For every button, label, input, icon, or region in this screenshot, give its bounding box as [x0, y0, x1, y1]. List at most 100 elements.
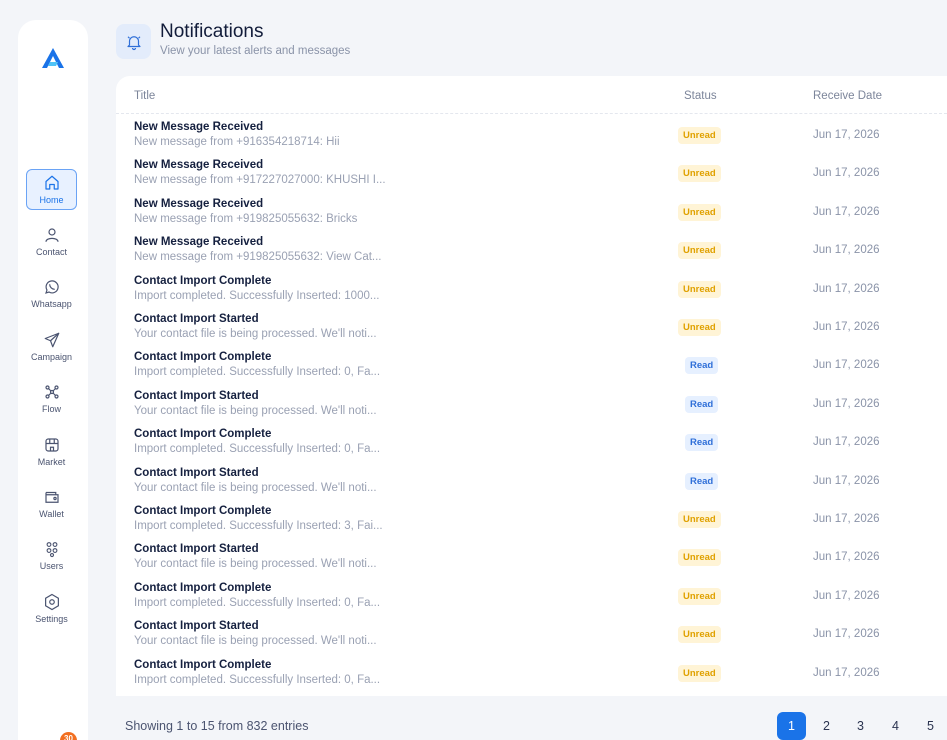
notification-title: Contact Import Complete — [134, 351, 272, 364]
receive-date: Jun 17, 2026 — [813, 244, 880, 257]
table-row[interactable]: Contact Import Complete Import completed.… — [116, 505, 947, 543]
sidebar-item-contact[interactable]: Contact — [26, 221, 77, 262]
notification-title: New Message Received — [134, 236, 264, 249]
receive-date: Jun 17, 2026 — [813, 359, 880, 372]
wallet-icon — [44, 491, 59, 503]
receive-date: Jun 17, 2026 — [813, 282, 880, 295]
table-row[interactable]: Contact Import Started Your contact file … — [116, 620, 947, 658]
notification-message: New message from +919825055632: Bricks — [134, 212, 358, 225]
sidebar-item-home[interactable]: Home — [26, 169, 77, 210]
table-header-divider — [116, 113, 947, 114]
notification-title: Contact Import Complete — [134, 274, 272, 287]
sidebar-item-whatsapp[interactable]: Whatsapp — [26, 273, 77, 314]
notification-title: Contact Import Complete — [134, 428, 272, 441]
notification-title: Contact Import Started — [134, 389, 259, 402]
sidebar-item-label: Flow — [41, 404, 61, 414]
status-badge: Unread — [678, 319, 721, 336]
receive-date: Jun 17, 2026 — [813, 551, 880, 564]
sidebar-item-label: Wallet — [39, 509, 64, 519]
receive-date: Jun 17, 2026 — [813, 129, 880, 141]
notification-title: Contact Import Complete — [134, 658, 272, 671]
notification-message: Import completed. Successfully Inserted:… — [134, 673, 381, 686]
table-row[interactable]: New Message Received New message from +91… — [116, 198, 947, 236]
page-button-4[interactable]: 4 — [881, 712, 910, 740]
table-row[interactable]: New Message Received New message from +91… — [116, 159, 947, 197]
notification-title: Contact Import Started — [134, 543, 259, 556]
settings-icon — [44, 593, 59, 611]
page-button-1[interactable]: 1 — [777, 712, 806, 740]
sidebar-item-label: Campaign — [30, 352, 73, 362]
table-row[interactable]: Contact Import Complete Import completed.… — [116, 351, 947, 389]
sidebar-item-flow[interactable]: Flow — [26, 378, 77, 419]
sidebar-item-settings[interactable]: Settings — [26, 588, 77, 629]
status-badge: Read — [685, 434, 719, 452]
notification-title: Contact Import Started — [134, 313, 259, 325]
column-header-date: Receive Date — [813, 90, 883, 102]
notification-message: Import completed. Successfully Inserted:… — [134, 289, 380, 302]
sidebar-item-users[interactable]: Users — [26, 535, 77, 576]
column-header-title: Title — [134, 90, 156, 102]
table-row[interactable]: New Message Received New message from +91… — [116, 236, 947, 274]
receive-date: Jun 17, 2026 — [813, 666, 880, 679]
table-row[interactable]: New Message Received New message from +91… — [116, 121, 947, 159]
notification-title: New Message Received — [134, 159, 264, 172]
home-icon — [44, 175, 59, 190]
pagination-summary: Showing 1 to 15 from 832 entries — [125, 719, 309, 733]
table-row[interactable]: Contact Import Started Your contact file … — [116, 467, 947, 505]
table-row[interactable]: Contact Import Complete Import completed.… — [116, 659, 947, 697]
users-icon — [46, 542, 57, 558]
status-badge: Unread — [678, 664, 721, 682]
status-badge: Read — [685, 472, 719, 490]
table-row[interactable]: Contact Import Complete Import completed.… — [116, 275, 947, 313]
receive-date: Jun 17, 2026 — [813, 513, 880, 525]
notification-title: Contact Import Started — [134, 620, 259, 633]
status-badge: Unread — [678, 549, 721, 567]
user-icon — [44, 228, 59, 242]
notification-message: Your contact file is being processed. We… — [134, 328, 377, 340]
notification-title: Contact Import Started — [134, 466, 259, 479]
page-button-2[interactable]: 2 — [812, 712, 841, 740]
whatsapp-icon — [44, 280, 59, 294]
receive-date: Jun 17, 2026 — [813, 397, 880, 410]
column-header-status: Status — [684, 90, 717, 102]
page-button-5[interactable]: 5 — [916, 712, 945, 740]
receive-date: Jun 17, 2026 — [813, 167, 880, 180]
status-badge: Unread — [678, 203, 721, 221]
status-badge: Unread — [678, 626, 721, 644]
sidebar-item-label: Contact — [35, 247, 68, 257]
notification-message: Import completed. Successfully Inserted:… — [134, 596, 381, 609]
notification-message: Import completed. Successfully Inserted:… — [134, 520, 383, 532]
header-icon-box — [116, 24, 151, 59]
sidebar-item-label: Users — [39, 561, 64, 571]
sidebar-item-market[interactable]: Market — [26, 431, 77, 472]
status-badge: Unread — [678, 511, 721, 528]
sidebar-item-wallet[interactable]: Wallet — [26, 483, 77, 524]
sidebar-item-campaign[interactable]: Campaign — [26, 326, 77, 367]
status-badge: Unread — [678, 165, 721, 183]
notification-title: New Message Received — [134, 197, 264, 210]
table-row[interactable]: Contact Import Complete Import completed.… — [116, 582, 947, 620]
notification-title: New Message Received — [134, 121, 264, 133]
table-row[interactable]: Contact Import Complete Import completed.… — [116, 428, 947, 466]
status-badge: Read — [685, 395, 719, 413]
notification-message: Import completed. Successfully Inserted:… — [134, 443, 381, 456]
notification-message: Your contact file is being processed. We… — [134, 481, 377, 494]
status-badge: Unread — [678, 242, 721, 260]
notification-message: Your contact file is being processed. We… — [134, 635, 377, 648]
status-badge: Unread — [678, 280, 721, 298]
app-logo-icon[interactable] — [40, 46, 66, 70]
sidebar: Home Contact Whatsapp Campaign Flow Mark… — [18, 20, 88, 740]
sidebar-item-label: Settings — [35, 614, 68, 624]
receive-date: Jun 17, 2026 — [813, 436, 880, 449]
table-row[interactable]: Contact Import Started Your contact file … — [116, 313, 947, 351]
notification-title: Contact Import Complete — [134, 505, 272, 517]
status-badge: Unread — [678, 587, 721, 605]
status-badge: Unread — [678, 127, 721, 144]
table-row[interactable]: Contact Import Started Your contact file … — [116, 390, 947, 428]
page-button-3[interactable]: 3 — [846, 712, 875, 740]
store-icon — [44, 438, 59, 452]
table-row[interactable]: Contact Import Started Your contact file … — [116, 543, 947, 581]
notification-message: New message from +919825055632: View Cat… — [134, 251, 382, 264]
flow-icon — [44, 385, 59, 399]
notification-message: Your contact file is being processed. We… — [134, 404, 377, 417]
